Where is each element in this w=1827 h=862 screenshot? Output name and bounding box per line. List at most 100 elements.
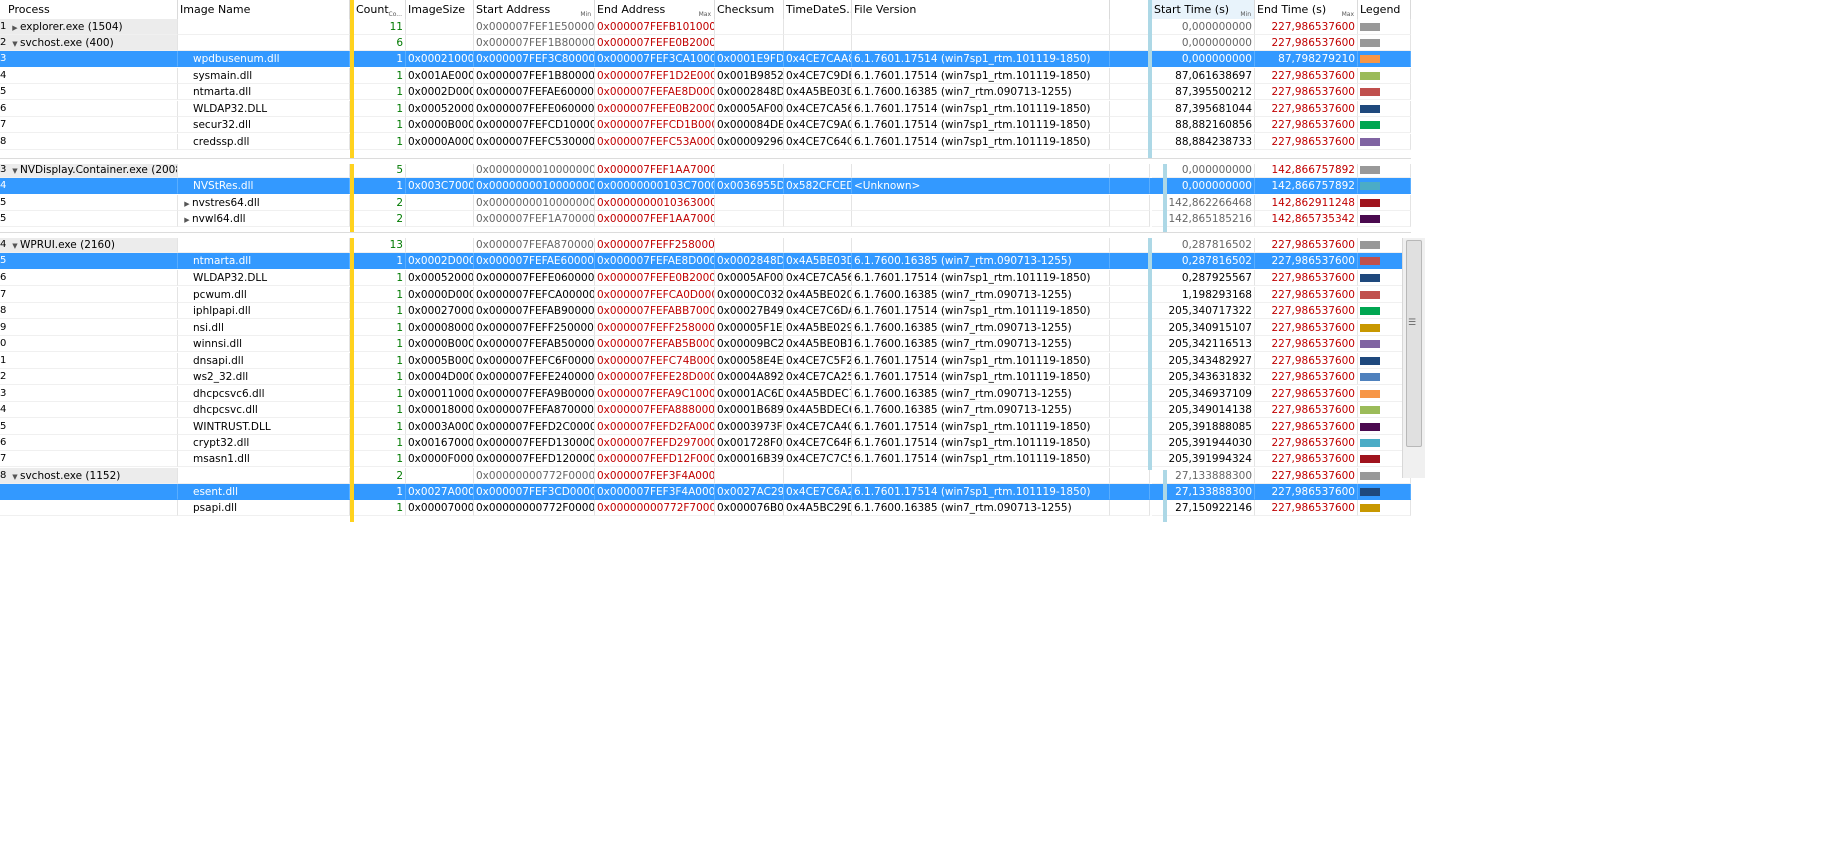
cell-start-time: 205,340915107	[1152, 320, 1255, 336]
table-row[interactable]: 5 ▶ nvwl64.dll 2 0x000007FEF1A70000 0x000007F…	[0, 211, 1411, 227]
cell-end-time: 227,986537600	[1255, 270, 1358, 286]
table-row[interactable]: 3 dhcpcsvc6.dll 1 0x00011000 0x000007FEFA9B0…	[0, 386, 1411, 402]
table-row[interactable]: 7 pcwum.dll 1 0x0000D000 0x000007FEFCA00000 0…	[0, 287, 1411, 303]
graph-column-divider[interactable]	[1148, 237, 1152, 470]
cell-checksum: 0x0004A892	[715, 369, 784, 385]
cell-legend	[1358, 178, 1411, 194]
table-row[interactable]: 6 crypt32.dll 1 0x00167000 0x000007FEFD13000…	[0, 435, 1411, 451]
legend-swatch	[1360, 357, 1380, 365]
process-group-row[interactable]: 8 ▼ svchost.exe (1152) 2 0x00000000772F0000 0…	[0, 468, 1411, 484]
cell-start-time: 87,395681044	[1152, 101, 1255, 117]
expand-down-icon[interactable]: ▼	[10, 163, 20, 177]
cell-legend	[1358, 101, 1411, 117]
graph-column-divider[interactable]	[1148, 0, 1152, 160]
column-header-row: Process Image Name Count Co... ImageSize …	[0, 0, 1411, 20]
cell-end-address: 0x000007FEFD297000	[595, 435, 715, 451]
col-header-image-name[interactable]: Image Name	[178, 0, 350, 19]
col-header-end-time[interactable]: End Time (s) Max	[1255, 0, 1358, 19]
table-row[interactable]: 4 sysmain.dll 1 0x001AE000 0x000007FEF1B8000…	[0, 68, 1411, 84]
col-header-start-time[interactable]: Start Time (s) Min	[1152, 0, 1255, 19]
cell-process: 8	[0, 134, 178, 150]
cell-timedate: 0x4CE7C5F2	[784, 353, 852, 369]
expand-right-icon[interactable]: ▶	[182, 196, 192, 210]
pane-separator[interactable]	[0, 158, 1411, 164]
cell-file-version: 6.1.7601.17514 (win7sp1_rtm.101119-1850)	[852, 484, 1110, 500]
pane-separator[interactable]	[0, 232, 1411, 238]
col-header-checksum[interactable]: Checksum	[715, 0, 784, 19]
table-row[interactable]: 5 ntmarta.dll 1 0x0002D000 0x000007FEFAE6000…	[0, 253, 1411, 269]
cell-start-time: 0,000000000	[1152, 162, 1255, 178]
scrollbar-thumb[interactable]	[1406, 240, 1422, 447]
table-row[interactable]: 5 WINTRUST.DLL 1 0x0003A000 0x000007FEFD2C00…	[0, 419, 1411, 435]
modules-grid[interactable]: Process Image Name Count Co... ImageSize …	[0, 0, 1411, 522]
table-row[interactable]: esent.dll 1 0x0027A000 0x000007FEF3CD0000 0x…	[0, 484, 1411, 500]
col-header-legend[interactable]: Legend	[1358, 0, 1411, 19]
cell-blank	[1110, 500, 1150, 516]
expand-down-icon[interactable]: ▼	[10, 36, 20, 50]
cell-checksum: 0x0036955D	[715, 178, 784, 194]
table-row[interactable]: 7 msasn1.dll 1 0x0000F000 0x000007FEFD120000…	[0, 451, 1411, 467]
frozen-column-divider[interactable]	[350, 0, 354, 522]
table-row[interactable]: 4 dhcpcsvc.dll 1 0x00018000 0x000007FEFA8700…	[0, 402, 1411, 418]
table-row[interactable]: 5 ntmarta.dll 1 0x0002D000 0x000007FEFAE6000…	[0, 84, 1411, 100]
cell-file-version: 6.1.7600.16385 (win7_rtm.090713-1255)	[852, 500, 1110, 516]
table-row[interactable]: 6 WLDAP32.DLL 1 0x00052000 0x000007FEFE06000…	[0, 101, 1411, 117]
cell-image-name: WLDAP32.DLL	[178, 270, 350, 286]
table-row[interactable]: psapi.dll 1 0x00007000 0x00000000772F0000 0x…	[0, 500, 1411, 516]
cell-legend	[1358, 134, 1411, 150]
cell-end-address: 0x000007FEF1AA7000	[595, 211, 715, 227]
table-row[interactable]: 9 nsi.dll 1 0x00008000 0x000007FEFF250000 0x0…	[0, 320, 1411, 336]
table-row[interactable]: 8 credssp.dll 1 0x0000A000 0x000007FEFC53000…	[0, 134, 1411, 150]
graph-column-divider[interactable]	[1163, 162, 1167, 232]
col-header-count[interactable]: Count Co...	[354, 0, 406, 19]
graph-column-divider[interactable]	[1163, 470, 1167, 522]
cell-file-version: 6.1.7601.17514 (win7sp1_rtm.101119-1850)	[852, 303, 1110, 319]
cell-start-address: 0x000007FEFA870000	[474, 237, 595, 253]
cell-blank	[1110, 451, 1150, 467]
col-header-file-version[interactable]: File Version	[852, 0, 1110, 19]
image-name: WLDAP32.DLL	[193, 272, 268, 284]
col-header-process[interactable]: Process	[0, 0, 178, 19]
expand-down-icon[interactable]: ▼	[10, 238, 20, 252]
table-row[interactable]: 8 iphlpapi.dll 1 0x00027000 0x000007FEFAB900…	[0, 303, 1411, 319]
cell-count: 1	[354, 303, 406, 319]
table-row[interactable]: 1 dnsapi.dll 1 0x0005B000 0x000007FEFC6F0000…	[0, 353, 1411, 369]
row-number: 4	[0, 404, 7, 415]
vertical-scrollbar[interactable]: ☰	[1402, 238, 1425, 478]
cell-timedate: 0x4A5BE029	[784, 320, 852, 336]
process-group-row[interactable]: 2 ▼ svchost.exe (400) 6 0x000007FEF1B80000 0x…	[0, 35, 1411, 51]
table-row[interactable]: 7 secur32.dll 1 0x0000B000 0x000007FEFCD1000…	[0, 117, 1411, 133]
image-name: sysmain.dll	[193, 70, 253, 82]
cell-image-size	[406, 211, 474, 227]
table-row[interactable]: 5 ▶ nvstres64.dll 2 0x0000000010000000 0x0000…	[0, 195, 1411, 211]
cell-legend	[1358, 84, 1411, 100]
table-row[interactable]: 0 winnsi.dll 1 0x0000B000 0x000007FEFAB50000…	[0, 336, 1411, 352]
expand-down-icon[interactable]: ▼	[10, 469, 20, 483]
col-header-timedate[interactable]: TimeDateS...	[784, 0, 852, 19]
cell-image-size: 0x003C7000	[406, 178, 474, 194]
cell-image-name: ▶ nvwl64.dll	[178, 211, 350, 227]
cell-legend	[1358, 484, 1411, 500]
table-row[interactable]: 6 WLDAP32.DLL 1 0x00052000 0x000007FEFE06000…	[0, 270, 1411, 286]
table-row[interactable]: 3 wpdbusenum.dll 1 0x00021000 0x000007FEF3C8…	[0, 51, 1411, 67]
row-number: 6	[0, 103, 7, 114]
process-group-row[interactable]: 4 ▼ WPRUI.exe (2160) 13 0x000007FEFA870000 0x…	[0, 237, 1411, 253]
table-row[interactable]: 4 NVStRes.dll 1 0x003C7000 0x000000001000000…	[0, 178, 1411, 194]
cell-blank	[1110, 68, 1150, 84]
expand-right-icon[interactable]: ▶	[182, 212, 192, 226]
cell-end-time: 227,986537600	[1255, 353, 1358, 369]
cell-file-version: 6.1.7601.17514 (win7sp1_rtm.101119-1850)	[852, 419, 1110, 435]
cell-timedate	[784, 19, 852, 35]
process-group-row[interactable]: 1 ▶ explorer.exe (1504) 11 0x000007FEF1E5000…	[0, 19, 1411, 35]
col-header-start-address[interactable]: Start Address Min	[474, 0, 595, 19]
cell-image-name	[178, 162, 350, 178]
expand-right-icon[interactable]: ▶	[10, 20, 20, 34]
col-header-start-address-label: Start Address	[476, 3, 551, 16]
table-row[interactable]: 2 ws2_32.dll 1 0x0004D000 0x000007FEFE240000…	[0, 369, 1411, 385]
process-group-row[interactable]: 3 ▼ NVDisplay.Container.exe (2008) 5 0x00000…	[0, 162, 1411, 178]
col-header-end-address[interactable]: End Address Max	[595, 0, 715, 19]
col-header-image-size[interactable]: ImageSize	[406, 0, 474, 19]
cell-start-time: 205,342116513	[1152, 336, 1255, 352]
cell-file-version: 6.1.7601.17514 (win7sp1_rtm.101119-1850)	[852, 369, 1110, 385]
cell-blank	[1110, 237, 1150, 253]
